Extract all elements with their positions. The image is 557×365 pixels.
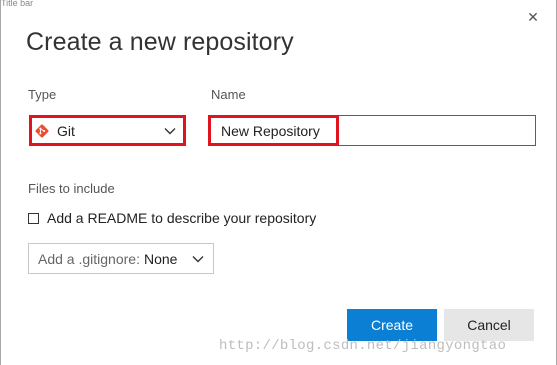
name-field-wrapper <box>208 115 536 146</box>
readme-label: Add a README to describe your repository <box>47 210 317 226</box>
files-section-label: Files to include <box>28 181 115 196</box>
close-icon[interactable]: ✕ <box>524 8 542 26</box>
chevron-down-icon <box>164 127 176 134</box>
type-value: Git <box>57 122 75 139</box>
chevron-down-icon <box>192 255 204 262</box>
gitignore-label: Add a .gitignore: <box>38 250 140 267</box>
readme-checkbox[interactable] <box>28 212 39 224</box>
git-icon <box>35 123 49 138</box>
create-button[interactable]: Create <box>347 309 437 341</box>
dialog-title: Create a new repository <box>26 28 294 56</box>
cancel-button[interactable]: Cancel <box>444 309 534 341</box>
type-label: Type <box>28 87 57 102</box>
name-label: Name <box>211 87 246 102</box>
create-repository-dialog: Title bar ✕ Create a new repository Type… <box>0 0 557 365</box>
readme-option[interactable]: Add a README to describe your repository <box>28 210 316 226</box>
type-dropdown[interactable]: Git <box>29 115 186 146</box>
cropped-title-text: Title bar <box>1 0 34 6</box>
gitignore-dropdown[interactable]: Add a .gitignore: None <box>28 243 214 274</box>
gitignore-value: None <box>143 250 178 267</box>
name-input[interactable] <box>209 116 535 145</box>
